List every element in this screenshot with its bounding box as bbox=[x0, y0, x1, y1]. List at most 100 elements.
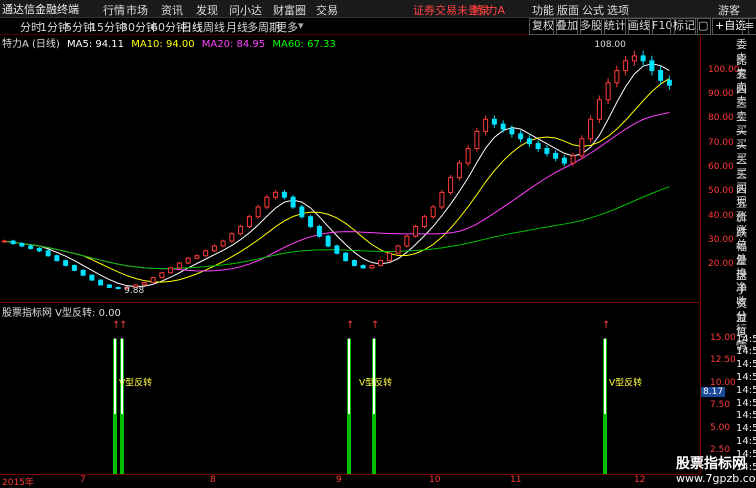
candle[interactable] bbox=[631, 55, 637, 62]
candle[interactable] bbox=[430, 206, 436, 218]
candle[interactable] bbox=[649, 60, 655, 72]
candle[interactable] bbox=[10, 240, 16, 245]
candle[interactable] bbox=[63, 260, 69, 266]
candle[interactable] bbox=[369, 264, 375, 269]
candle[interactable] bbox=[194, 255, 200, 259]
candle[interactable] bbox=[211, 245, 217, 252]
candle[interactable] bbox=[54, 255, 60, 262]
tab-daily[interactable]: 日线 bbox=[181, 19, 203, 35]
menu-ask[interactable]: 问小达 bbox=[229, 2, 262, 18]
candle[interactable] bbox=[500, 123, 506, 130]
candle[interactable] bbox=[334, 245, 340, 254]
candle[interactable] bbox=[640, 55, 646, 62]
x-tick: 11 bbox=[510, 475, 522, 485]
candle[interactable] bbox=[491, 118, 497, 125]
candle[interactable] bbox=[456, 162, 462, 179]
candle[interactable] bbox=[413, 225, 419, 237]
candle[interactable] bbox=[544, 148, 550, 154]
lock-icon[interactable]: ▢ bbox=[695, 18, 712, 35]
candle[interactable] bbox=[246, 216, 252, 227]
candle[interactable] bbox=[474, 130, 480, 150]
candle[interactable] bbox=[45, 250, 51, 257]
candle[interactable] bbox=[570, 155, 576, 164]
candle[interactable] bbox=[378, 260, 384, 266]
tab-monthly[interactable]: 月线 bbox=[226, 19, 248, 35]
candle[interactable] bbox=[159, 272, 165, 279]
menu-icon[interactable]: ≡ bbox=[742, 18, 756, 35]
candle[interactable] bbox=[89, 274, 95, 281]
candle[interactable] bbox=[80, 269, 86, 276]
candle[interactable] bbox=[421, 216, 427, 227]
candle[interactable] bbox=[168, 267, 174, 274]
tab-timeshare[interactable]: 分时 bbox=[20, 19, 42, 35]
candle[interactable] bbox=[623, 60, 629, 72]
candle[interactable] bbox=[273, 191, 279, 198]
candle[interactable] bbox=[404, 235, 410, 247]
menu-market[interactable]: 市场 bbox=[126, 2, 148, 18]
candle[interactable] bbox=[290, 196, 296, 208]
candle[interactable] bbox=[308, 216, 314, 227]
candle[interactable] bbox=[395, 245, 401, 254]
candle[interactable] bbox=[360, 264, 366, 269]
candle[interactable] bbox=[106, 284, 112, 288]
menu-trade[interactable]: 交易 bbox=[316, 2, 338, 18]
candle[interactable] bbox=[666, 79, 672, 86]
menu-function[interactable]: 功能 bbox=[532, 2, 554, 18]
candle[interactable] bbox=[561, 157, 567, 164]
tab-weekly[interactable]: 周线 bbox=[203, 19, 225, 35]
candle[interactable] bbox=[264, 196, 270, 208]
chevron-down-icon[interactable]: ▾ bbox=[298, 19, 304, 32]
candle[interactable] bbox=[255, 206, 261, 218]
candle[interactable] bbox=[185, 257, 191, 264]
candle[interactable] bbox=[238, 225, 244, 235]
candle[interactable] bbox=[386, 252, 392, 262]
candle[interactable] bbox=[605, 82, 611, 101]
candle[interactable] bbox=[535, 143, 541, 150]
menu-layout[interactable]: 版面 bbox=[557, 2, 579, 18]
candle[interactable] bbox=[115, 286, 121, 290]
candle[interactable] bbox=[526, 138, 532, 145]
candle[interactable] bbox=[614, 70, 620, 84]
candle[interactable] bbox=[150, 277, 156, 284]
candle[interactable] bbox=[36, 247, 42, 252]
candle[interactable] bbox=[343, 252, 349, 262]
menu-formula[interactable]: 公式 bbox=[582, 2, 604, 18]
candle[interactable] bbox=[229, 233, 235, 242]
candle[interactable] bbox=[465, 148, 471, 164]
candle[interactable] bbox=[220, 240, 226, 247]
menu-news[interactable]: 资讯 bbox=[161, 2, 183, 18]
candle[interactable] bbox=[141, 282, 147, 286]
candle[interactable] bbox=[203, 250, 209, 257]
candle[interactable] bbox=[658, 70, 664, 81]
candle[interactable] bbox=[176, 262, 182, 269]
candle[interactable] bbox=[579, 138, 585, 157]
candle[interactable] bbox=[28, 245, 34, 249]
menu-quotes[interactable]: 行情 bbox=[103, 2, 125, 18]
candle[interactable] bbox=[518, 133, 524, 140]
user-label[interactable]: 游客 bbox=[718, 2, 740, 18]
candle[interactable] bbox=[448, 177, 454, 193]
candle[interactable] bbox=[596, 99, 602, 120]
candle[interactable] bbox=[316, 225, 322, 237]
candle[interactable] bbox=[98, 279, 104, 286]
candle[interactable] bbox=[351, 260, 357, 266]
candle[interactable] bbox=[19, 243, 25, 247]
kline-chart[interactable]: 108.00 9.88 bbox=[0, 34, 700, 302]
candle[interactable] bbox=[299, 206, 305, 218]
candle[interactable] bbox=[71, 264, 77, 271]
candle[interactable] bbox=[325, 235, 331, 247]
menu-wealth[interactable]: 财富圈 bbox=[273, 2, 306, 18]
candle[interactable] bbox=[553, 152, 559, 159]
indicator-chart[interactable]: ↑↑V型反转↑ ↑V型反转↑V型反转 bbox=[0, 316, 700, 474]
candle[interactable] bbox=[1, 240, 7, 243]
menu-discover[interactable]: 发现 bbox=[196, 2, 218, 18]
menu-options[interactable]: 选项 bbox=[607, 2, 629, 18]
candle[interactable] bbox=[439, 191, 445, 208]
mark-button[interactable]: 标记 bbox=[670, 18, 698, 35]
candle[interactable] bbox=[281, 191, 287, 198]
candle[interactable] bbox=[588, 118, 594, 140]
candle[interactable] bbox=[483, 118, 489, 132]
indicator-tick: 15.00 bbox=[710, 332, 736, 343]
candle[interactable] bbox=[509, 128, 515, 135]
tab-more[interactable]: 更多 bbox=[276, 19, 298, 35]
